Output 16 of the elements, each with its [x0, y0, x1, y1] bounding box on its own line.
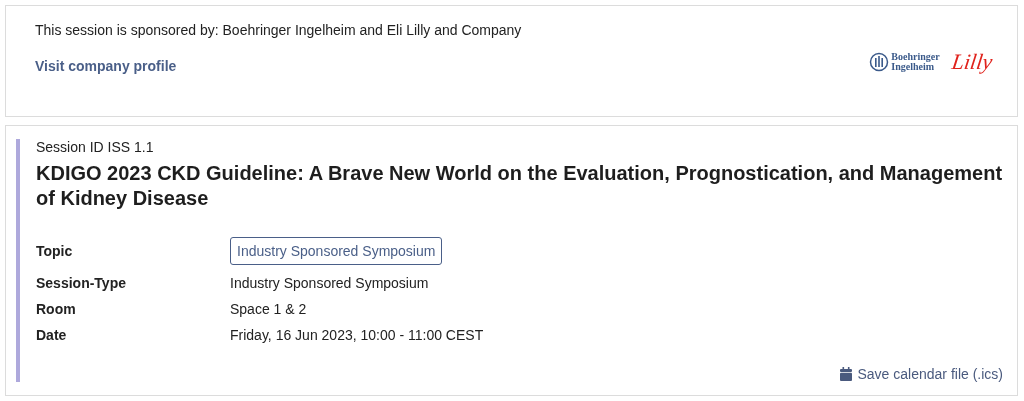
- topic-tag[interactable]: Industry Sponsored Symposium: [230, 237, 443, 265]
- calendar-icon: [840, 367, 853, 381]
- detail-label: Date: [36, 327, 68, 343]
- detail-label: Room: [36, 301, 77, 317]
- sponsor-logo: Lilly: [949, 49, 994, 75]
- sponsor-logo: Boehringer Ingelheim: [869, 52, 940, 72]
- session-title: KDIGO 2023 CKD Guideline: A Brave New World on the Evaluation, Prognostication, and Management of Kidney Disease: [36, 161, 1003, 211]
- detail-label: Topic: [36, 243, 74, 259]
- detail-label: Session-Type: [36, 275, 127, 291]
- save-calendar-link[interactable]: Save calendar file (.ics): [840, 366, 1003, 382]
- company-profile-link[interactable]: Visit company profile: [35, 58, 177, 74]
- session-id: Session ID ISS 1.1: [36, 139, 155, 155]
- detail-value: Friday, 16 Jun 2023, 10:00 - 11:00 CEST: [230, 327, 484, 343]
- detail-value: Industry Sponsored Symposium: [230, 275, 429, 291]
- sponsor-text: This session is sponsored by: Boehringer Ingelheim and Eli Lilly and Company: [35, 22, 522, 38]
- detail-value: Space 1 & 2: [230, 301, 307, 317]
